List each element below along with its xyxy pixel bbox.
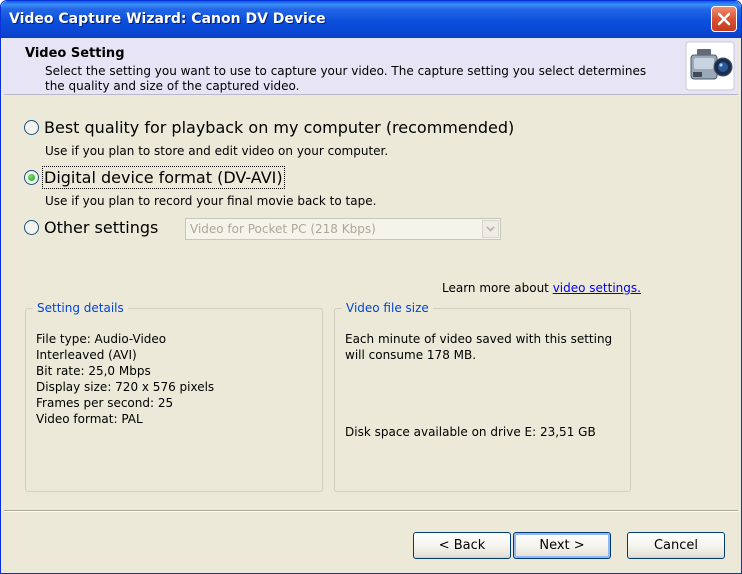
dropdown-button[interactable] xyxy=(482,220,499,238)
option-dv-avi[interactable]: Digital device format (DV-AVI) xyxy=(24,166,285,189)
next-button[interactable]: Next > xyxy=(513,532,611,559)
close-icon xyxy=(717,12,731,26)
wizard-body: Video Setting Select the setting you wan… xyxy=(4,38,738,570)
window-title: Video Capture Wizard: Canon DV Device xyxy=(9,11,326,27)
chevron-down-icon xyxy=(486,226,495,232)
detail-bit-rate: Bit rate: 25,0 Mbps xyxy=(36,364,151,378)
video-file-size-group: Video file size Each minute of video sav… xyxy=(334,301,631,492)
page-description: Select the setting you want to use to ca… xyxy=(45,64,647,93)
detail-frame-rate: Frames per second: 25 xyxy=(36,396,174,410)
detail-file-type: File type: Audio-Video xyxy=(36,332,167,346)
dv-avi-label: Digital device format (DV-AVI) xyxy=(42,166,285,189)
other-settings-value: Video for Pocket PC (218 Kbps) xyxy=(190,222,376,236)
setting-details-legend: Setting details xyxy=(33,301,128,315)
dv-avi-radio[interactable] xyxy=(24,170,39,185)
learn-more-prefix: Learn more about xyxy=(442,281,553,295)
title-bar[interactable]: Video Capture Wizard: Canon DV Device xyxy=(1,1,741,38)
other-settings-label: Other settings xyxy=(44,218,159,237)
dv-avi-hint: Use if you plan to record your final mov… xyxy=(45,194,377,208)
file-size-line-2: will consume 178 MB. xyxy=(345,348,477,362)
disk-space-text: Disk space available on drive E: 23,51 G… xyxy=(345,425,596,439)
close-button[interactable] xyxy=(711,6,737,32)
back-button[interactable]: < Back xyxy=(413,532,511,559)
wizard-header: Video Setting Select the setting you wan… xyxy=(4,38,738,95)
other-settings-radio[interactable] xyxy=(24,220,39,235)
other-settings-select[interactable]: Video for Pocket PC (218 Kbps) xyxy=(185,218,501,240)
video-settings-link[interactable]: video settings. xyxy=(553,281,641,295)
file-size-line-1: Each minute of video saved with this set… xyxy=(345,332,613,346)
best-quality-radio[interactable] xyxy=(24,120,39,135)
camcorder-icon xyxy=(685,41,735,91)
learn-more-text: Learn more about video settings. xyxy=(442,281,641,295)
option-other-settings[interactable]: Other settings xyxy=(24,218,158,237)
page-title: Video Setting xyxy=(25,46,125,61)
wizard-window: Video Capture Wizard: Canon DV Device Vi… xyxy=(0,0,742,574)
detail-video-format: Video format: PAL xyxy=(36,412,143,426)
cancel-button[interactable]: Cancel xyxy=(627,532,725,559)
footer-separator xyxy=(4,510,738,512)
best-quality-label: Best quality for playback on my computer… xyxy=(44,118,515,137)
setting-details-list: File type: Audio-Video Interleaved (AVI)… xyxy=(36,331,214,427)
setting-details-group: Setting details File type: Audio-Video I… xyxy=(25,301,323,492)
option-best-quality[interactable]: Best quality for playback on my computer… xyxy=(24,118,514,137)
detail-display-size: Display size: 720 x 576 pixels xyxy=(36,380,215,394)
video-file-size-legend: Video file size xyxy=(342,301,433,315)
best-quality-hint: Use if you plan to store and edit video … xyxy=(45,144,389,158)
detail-interleaved: Interleaved (AVI) xyxy=(36,348,137,362)
video-file-size-text: Each minute of video saved with this set… xyxy=(345,331,612,363)
